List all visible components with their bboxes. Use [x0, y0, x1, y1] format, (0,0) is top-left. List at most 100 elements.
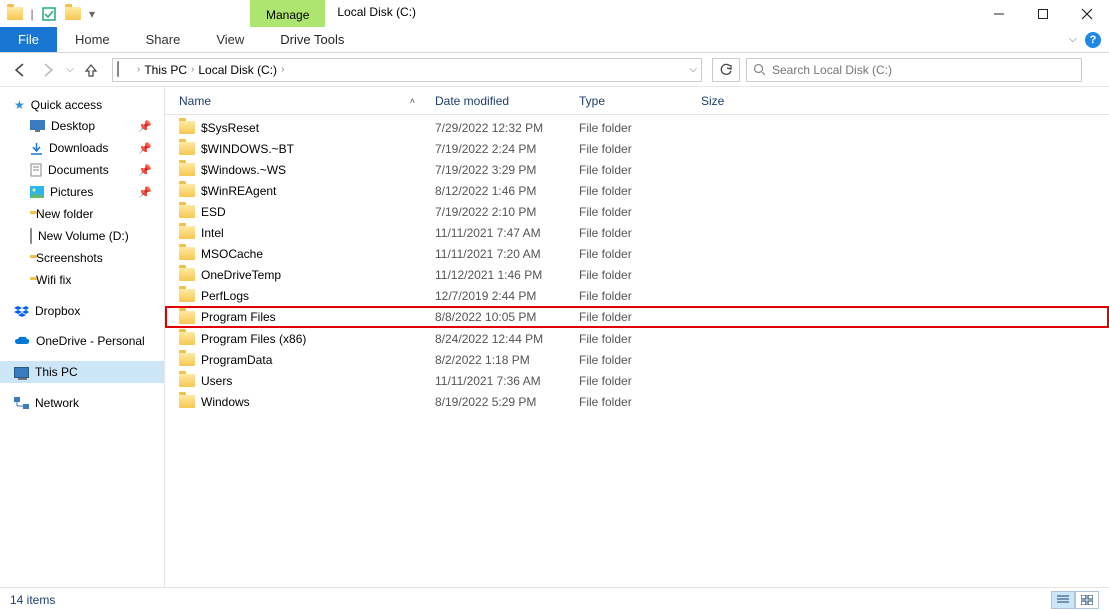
contextual-tab-manage[interactable]: Manage [250, 0, 325, 27]
sort-asc-icon: ˄ [410, 96, 415, 106]
forward-button[interactable] [36, 58, 60, 82]
titlebar: | ▾ Manage Local Disk (C:) [0, 0, 1109, 27]
file-name: Windows [201, 395, 250, 409]
tab-share[interactable]: Share [128, 27, 199, 52]
file-row[interactable]: $Windows.~WS 7/19/2022 3:29 PMFile folder [165, 159, 1109, 180]
breadcrumb-localdisk[interactable]: Local Disk (C:) [198, 63, 277, 77]
tab-drive-tools[interactable]: Drive Tools [262, 27, 362, 52]
back-button[interactable] [8, 58, 32, 82]
file-type: File folder [579, 163, 701, 177]
folder-icon-2[interactable] [62, 3, 84, 25]
sidebar-item[interactable]: New folder [0, 203, 164, 225]
file-row[interactable]: ProgramData8/2/2022 1:18 PMFile folder [165, 349, 1109, 370]
qat-dropdown[interactable]: ▾ [86, 3, 98, 25]
file-row[interactable]: Intel11/11/2021 7:47 AMFile folder [165, 222, 1109, 243]
folder-icon [179, 353, 195, 366]
file-row[interactable]: PerfLogs12/7/2019 2:44 PMFile folder [165, 285, 1109, 306]
file-row[interactable]: ESD7/19/2022 2:10 PMFile folder [165, 201, 1109, 222]
dropbox-icon [14, 305, 29, 318]
sidebar-network[interactable]: Network [0, 393, 164, 413]
breadcrumb-thispc[interactable]: This PC [144, 63, 187, 77]
item-label: Pictures [50, 185, 93, 199]
file-name: Users [201, 374, 232, 388]
sidebar-label: This PC [35, 365, 78, 379]
file-date: 12/7/2019 2:44 PM [435, 289, 579, 303]
network-icon [14, 397, 29, 409]
file-date: 8/12/2022 1:46 PM [435, 184, 579, 198]
item-icon [30, 163, 42, 177]
file-type: File folder [579, 374, 701, 388]
sidebar-item[interactable]: New Volume (D:) [0, 225, 164, 247]
status-bar: 14 items [0, 587, 1109, 611]
file-name: PerfLogs [201, 289, 249, 303]
file-row[interactable]: $SysReset7/29/2022 12:32 PMFile folder [165, 117, 1109, 138]
col-size[interactable]: Size [701, 94, 761, 108]
file-name: $Windows.~WS [201, 163, 286, 177]
drive-icon [117, 62, 133, 78]
minimize-button[interactable] [977, 0, 1021, 27]
folder-icon[interactable] [4, 3, 26, 25]
file-row[interactable]: Program Files (x86)8/24/2022 12:44 PMFil… [165, 328, 1109, 349]
maximize-button[interactable] [1021, 0, 1065, 27]
sidebar-item[interactable]: Desktop📌 [0, 115, 164, 137]
close-button[interactable] [1065, 0, 1109, 27]
col-date[interactable]: Date modified [435, 94, 579, 108]
item-label: Screenshots [36, 251, 103, 265]
file-list[interactable]: $SysReset7/29/2022 12:32 PMFile folder$W… [165, 115, 1109, 587]
file-row[interactable]: Program Files 8/8/2022 10:05 PMFile folde… [165, 306, 1109, 328]
file-date: 11/11/2021 7:36 AM [435, 374, 579, 388]
content-pane: Name˄ Date modified Type Size $SysReset7… [165, 87, 1109, 587]
file-date: 8/24/2022 12:44 PM [435, 332, 579, 346]
search-icon [753, 63, 766, 76]
help-icon[interactable]: ? [1085, 32, 1101, 48]
ribbon-collapse-icon[interactable]: ⌵ [1069, 33, 1077, 46]
folder-icon [179, 184, 195, 197]
sidebar-item[interactable]: Pictures📌 [0, 181, 164, 203]
address-dropdown-icon[interactable]: ⌵ [689, 64, 697, 75]
search-input[interactable] [772, 63, 1075, 77]
file-type: File folder [579, 268, 701, 282]
chevron-right-icon[interactable]: › [281, 64, 284, 75]
cloud-icon [14, 336, 30, 347]
file-row[interactable]: $WinREAgent8/12/2022 1:46 PMFile folder [165, 180, 1109, 201]
pc-icon [14, 367, 29, 378]
tab-view[interactable]: View [198, 27, 262, 52]
address-bar[interactable]: › This PC › Local Disk (C:) › ⌵ [112, 58, 702, 82]
file-type: File folder [579, 226, 701, 240]
column-headers: Name˄ Date modified Type Size [165, 87, 1109, 115]
recent-dropdown[interactable]: ⌵ [64, 58, 76, 82]
col-name[interactable]: Name˄ [179, 94, 435, 108]
folder-icon [179, 205, 195, 218]
sidebar-item[interactable]: Screenshots [0, 247, 164, 269]
file-name: ESD [201, 205, 226, 219]
chevron-right-icon[interactable]: › [191, 64, 194, 75]
view-details-button[interactable] [1051, 591, 1075, 609]
tab-file[interactable]: File [0, 27, 57, 52]
col-type[interactable]: Type [579, 94, 701, 108]
file-date: 7/19/2022 3:29 PM [435, 163, 579, 177]
file-date: 8/8/2022 10:05 PM [435, 310, 579, 324]
file-row[interactable]: MSOCache11/11/2021 7:20 AMFile folder [165, 243, 1109, 264]
file-name: Program Files [201, 310, 276, 324]
view-large-button[interactable] [1075, 591, 1099, 609]
chevron-right-icon[interactable]: › [137, 64, 140, 75]
refresh-button[interactable] [712, 58, 740, 82]
sidebar-item[interactable]: Wifi fix [0, 269, 164, 291]
file-row[interactable]: Users 11/11/2021 7:36 AMFile folder [165, 370, 1109, 391]
file-row[interactable]: Windows8/19/2022 5:29 PMFile folder [165, 391, 1109, 412]
up-button[interactable] [80, 59, 102, 81]
sidebar-item[interactable]: Downloads📌 [0, 137, 164, 159]
sidebar-quick-access[interactable]: ★ Quick access [0, 95, 164, 115]
sidebar-item[interactable]: Documents📌 [0, 159, 164, 181]
file-row[interactable]: $WINDOWS.~BT7/19/2022 2:24 PMFile folder [165, 138, 1109, 159]
sidebar-dropbox[interactable]: Dropbox [0, 301, 164, 321]
search-box[interactable] [746, 58, 1082, 82]
sidebar-this-pc[interactable]: This PC [0, 361, 164, 383]
file-row[interactable]: OneDriveTemp11/12/2021 1:46 PMFile folde… [165, 264, 1109, 285]
tab-home[interactable]: Home [57, 27, 128, 52]
file-name: $WINDOWS.~BT [201, 142, 294, 156]
quick-access-toolbar: | ▾ [0, 0, 98, 27]
file-type: File folder [579, 310, 701, 324]
properties-icon[interactable] [38, 3, 60, 25]
sidebar-onedrive[interactable]: OneDrive - Personal [0, 331, 164, 351]
